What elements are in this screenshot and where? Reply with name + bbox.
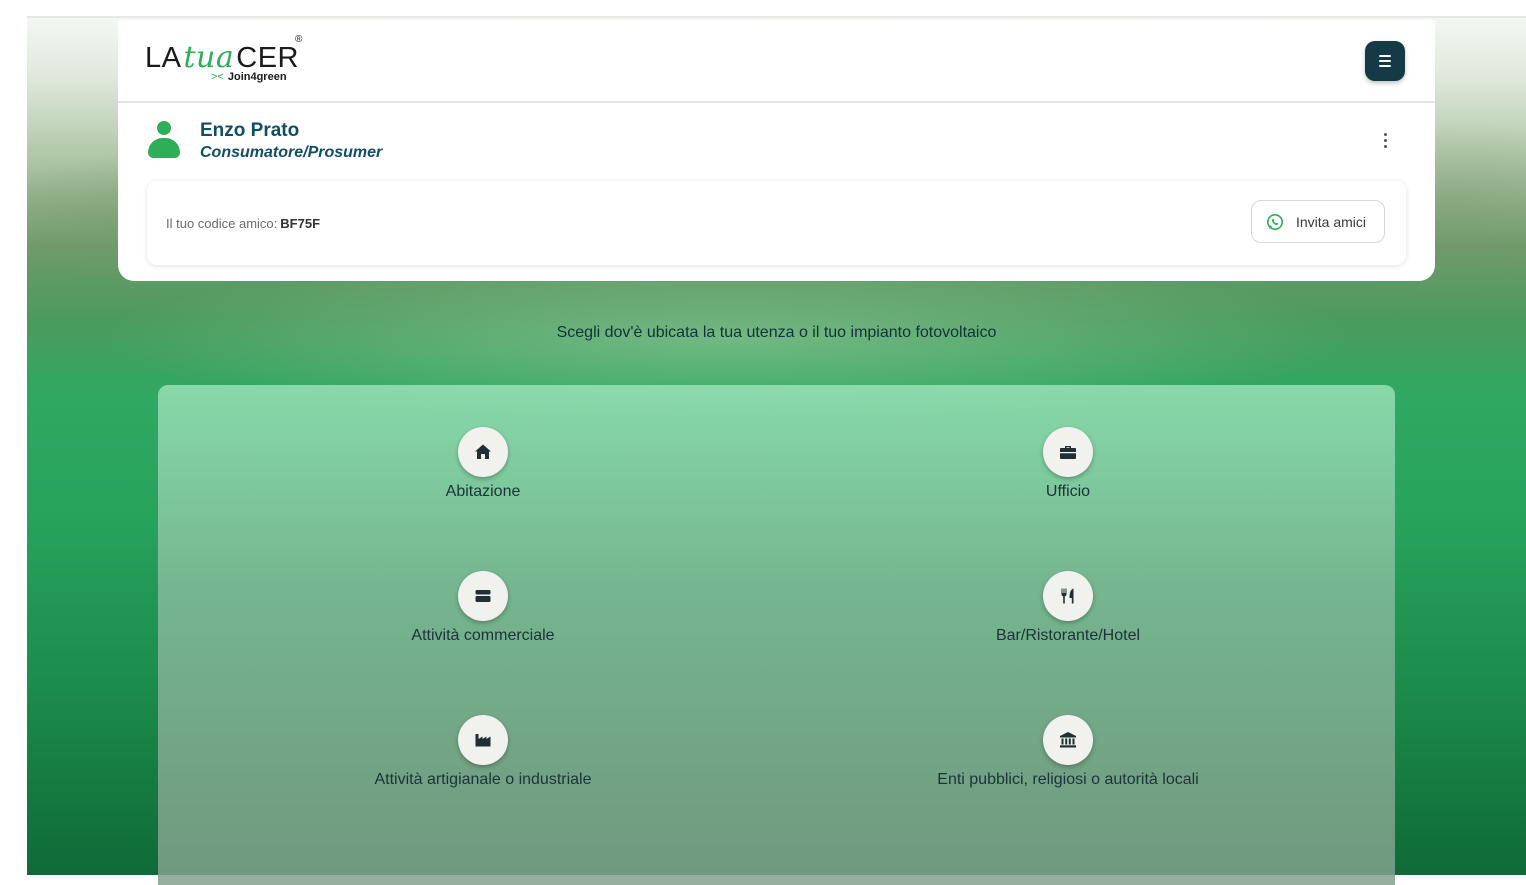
referral-box: Il tuo codice amico: BF75F Invita amici <box>147 181 1406 265</box>
option-label: Bar/Ristorante/Hotel <box>995 627 1141 644</box>
option-ufficio[interactable]: Ufficio <box>858 427 1278 517</box>
option-label: Attività commerciale <box>411 627 555 644</box>
option-label: Attività artigianale o industriale <box>374 771 592 788</box>
vertical-dots-icon[interactable] <box>1380 131 1392 151</box>
user-icon <box>148 121 180 161</box>
option-icon-button[interactable] <box>1043 571 1093 621</box>
option-attivita-commerciale[interactable]: Attività commerciale <box>273 571 693 661</box>
user-name: Enzo Prato <box>200 120 300 141</box>
factory-icon <box>475 734 491 747</box>
registered-mark: ® <box>295 34 303 45</box>
app-header: LAtuaCER ® >< Join4green <box>118 20 1435 103</box>
house-icon <box>475 444 491 459</box>
option-icon-button[interactable] <box>458 571 508 621</box>
option-label: Enti pubblici, religiosi o autorità loca… <box>937 771 1199 788</box>
referral-code: BF75F <box>280 216 321 231</box>
logo-tagline: >< Join4green <box>211 71 287 83</box>
option-icon-button[interactable] <box>458 427 508 477</box>
user-role: Consumatore/Prosumer <box>200 144 383 161</box>
store-icon <box>475 590 491 602</box>
logo-wordmark: LAtuaCER <box>145 40 299 75</box>
utensils-icon <box>1061 588 1074 604</box>
option-abitazione[interactable]: Abitazione <box>273 427 693 517</box>
location-prompt: Scegli dov'è ubicata la tua utenza o il … <box>556 324 997 341</box>
option-label: Ufficio <box>1045 483 1091 500</box>
brand-logo[interactable]: LAtuaCER ® >< Join4green <box>145 34 315 94</box>
option-enti-pubblici[interactable]: Enti pubblici, religiosi o autorità loca… <box>858 715 1278 805</box>
referral-code-text: Il tuo codice amico: BF75F <box>166 216 321 231</box>
landmark-icon <box>1060 732 1076 748</box>
invite-friends-label: Invita amici <box>1296 214 1367 230</box>
option-icon-button[interactable] <box>1043 427 1093 477</box>
menu-button[interactable] <box>1365 41 1405 81</box>
option-label: Abitazione <box>445 483 521 500</box>
option-icon-button[interactable] <box>458 715 508 765</box>
location-options-panel: Abitazione Ufficio Attività commerciale … <box>158 385 1395 885</box>
briefcase-icon <box>1060 446 1076 459</box>
option-attivita-artigianale[interactable]: Attività artigianale o industriale <box>273 715 693 805</box>
option-icon-button[interactable] <box>1043 715 1093 765</box>
profile-card: Enzo Prato Consumatore/Prosumer Il tuo c… <box>118 103 1435 281</box>
whatsapp-icon <box>1266 213 1284 231</box>
invite-friends-button[interactable]: Invita amici <box>1251 200 1385 243</box>
option-bar-ristorante-hotel[interactable]: Bar/Ristorante/Hotel <box>858 571 1278 661</box>
